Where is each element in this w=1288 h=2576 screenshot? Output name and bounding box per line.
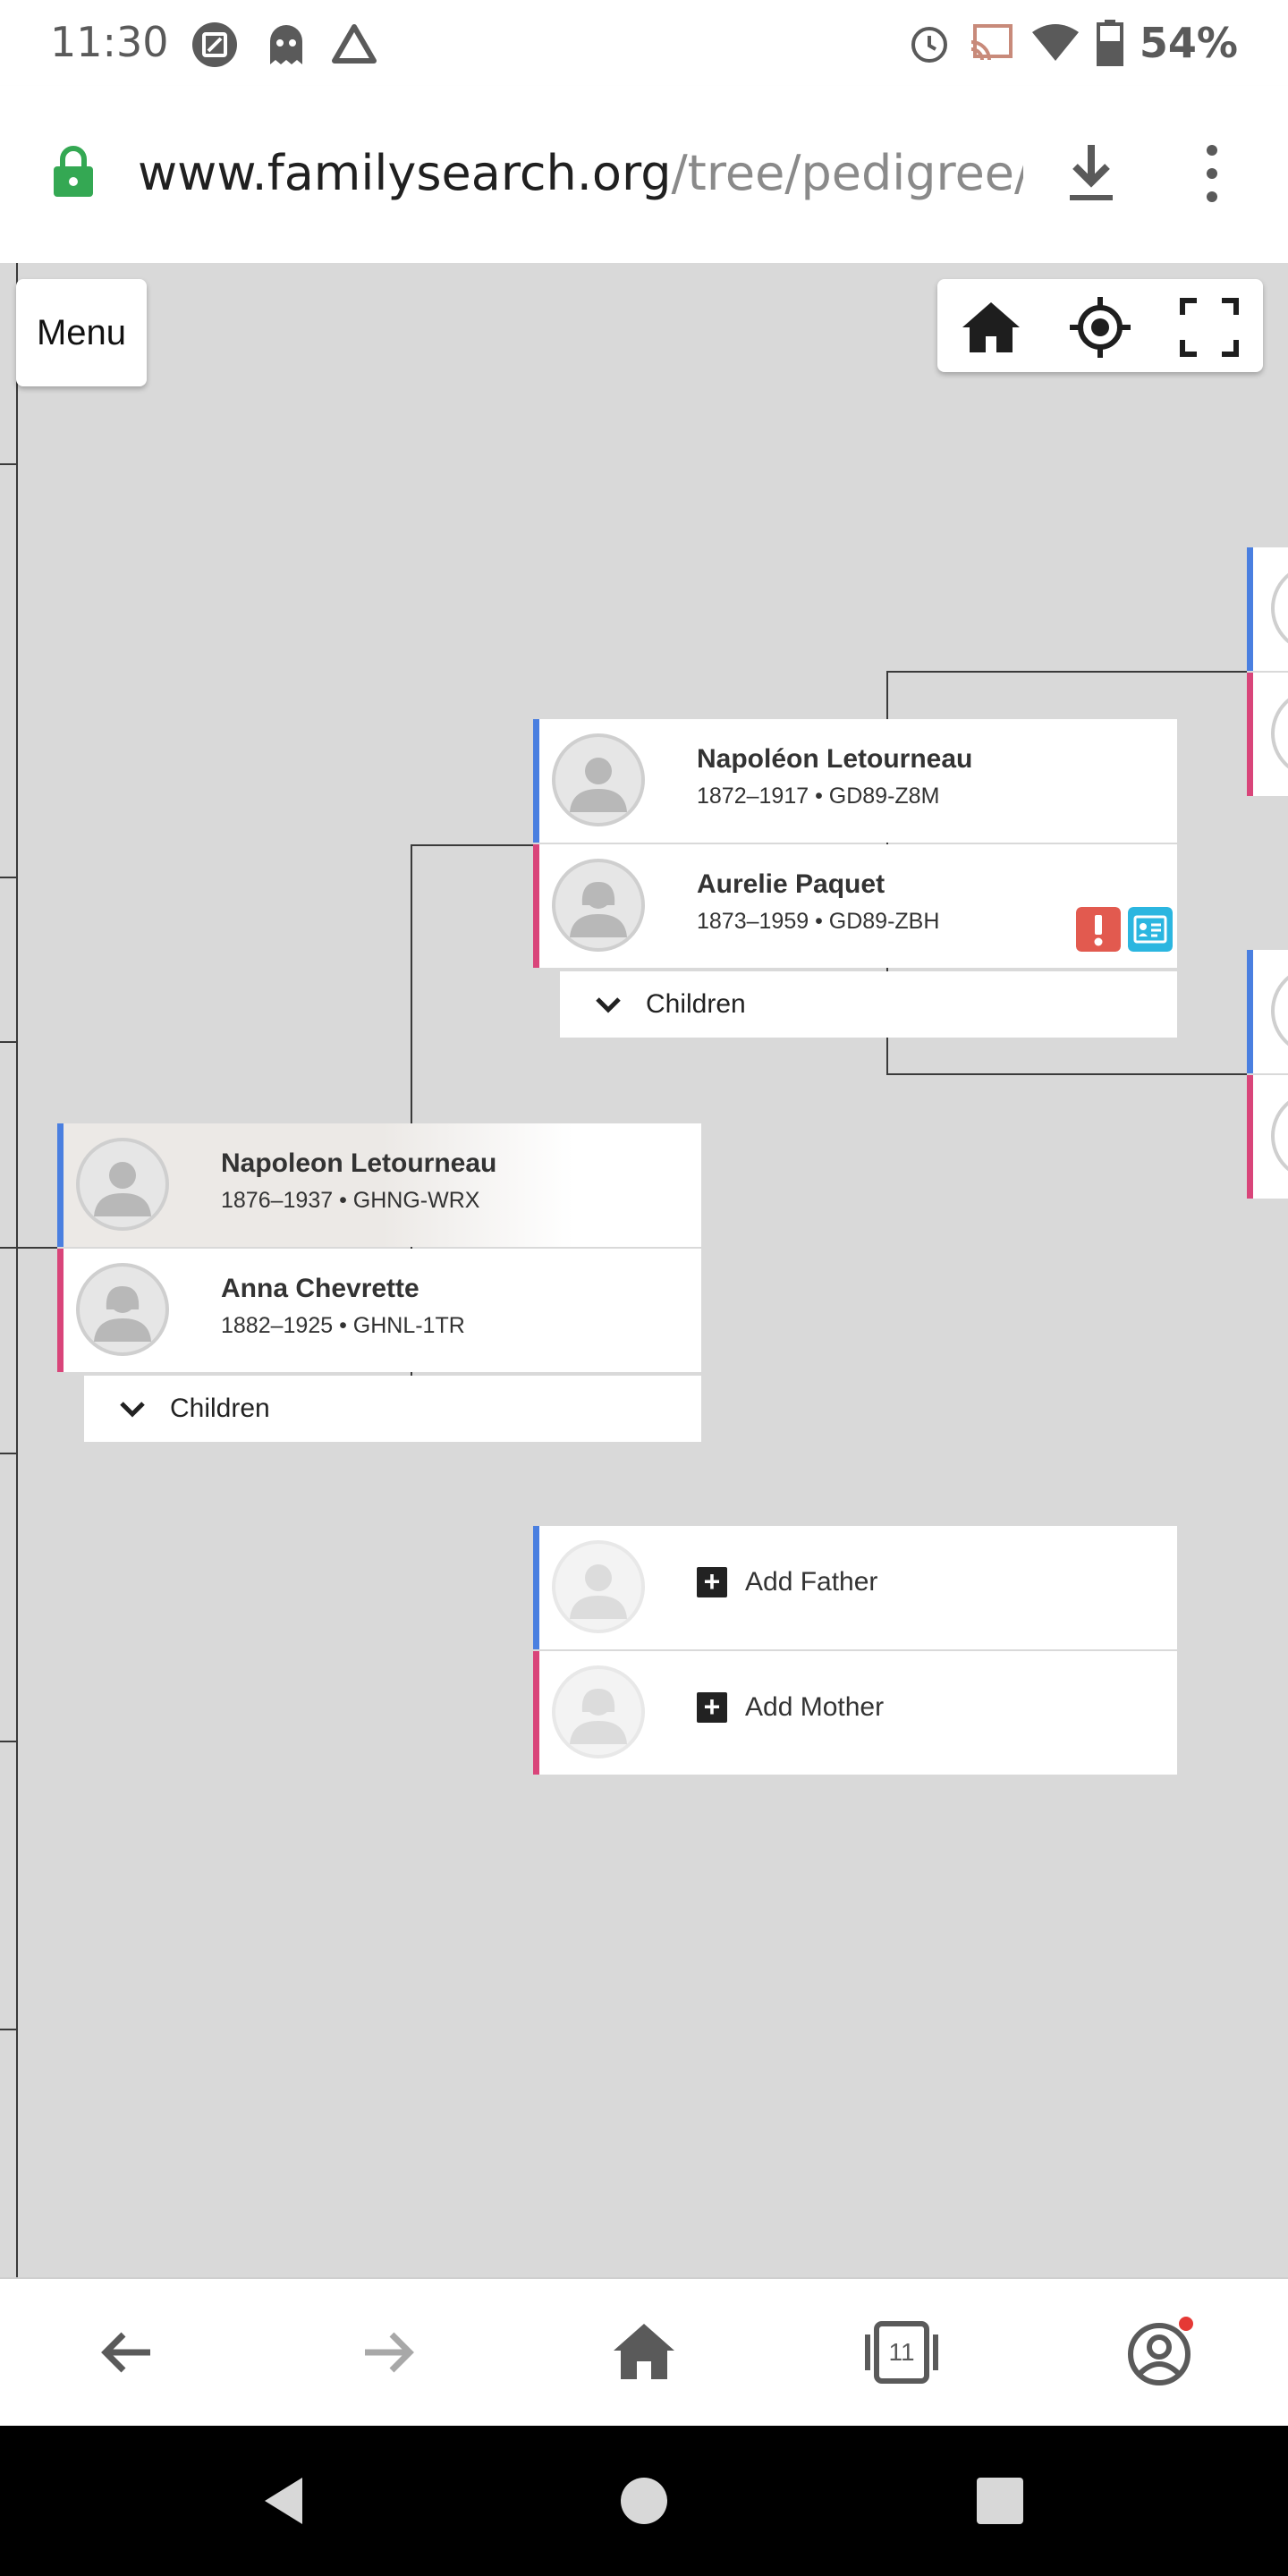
tree-connector xyxy=(16,263,18,2277)
android-navigation-bar xyxy=(0,2426,1288,2576)
wifi-icon xyxy=(1031,24,1079,61)
record-hint-icon[interactable] xyxy=(1128,907,1173,952)
battery-icon xyxy=(1096,20,1123,66)
tree-connector xyxy=(0,1041,16,1043)
tree-connector xyxy=(0,1453,16,1454)
add-mother-link[interactable]: + Add Mother xyxy=(697,1692,884,1723)
home-icon[interactable] xyxy=(606,2315,682,2390)
more-options-icon[interactable] xyxy=(1190,140,1234,208)
status-indicators: 54% xyxy=(907,16,1238,70)
browser-url-bar: www.familysearch.org/tree/pedigree/la xyxy=(0,86,1288,263)
children-label: Children xyxy=(646,989,746,1019)
chevron-down-icon xyxy=(120,1402,145,1418)
children-toggle[interactable]: Children xyxy=(84,1376,701,1442)
tree-connector xyxy=(0,1247,57,1249)
person-lifespan-id: 1873–1959 • GD89-ZBH xyxy=(697,909,940,934)
children-toggle[interactable]: Children xyxy=(560,971,1177,1038)
android-recents-icon[interactable] xyxy=(971,2472,1029,2529)
url-field[interactable]: www.familysearch.org/tree/pedigree/la xyxy=(138,140,1023,208)
home-icon[interactable] xyxy=(959,295,1023,360)
person-card-empty-mother[interactable]: + Add Mother xyxy=(533,1651,1177,1775)
tree-view-toolbar xyxy=(937,279,1263,372)
female-avatar-icon xyxy=(552,1665,645,1758)
person-name[interactable]: Aurelie Paquet xyxy=(697,869,885,900)
add-father-link[interactable]: + Add Father xyxy=(697,1567,877,1597)
tab-switcher-button[interactable]: 11 xyxy=(864,2315,939,2390)
male-avatar-icon xyxy=(552,1540,645,1633)
tab-count: 11 xyxy=(888,2338,915,2366)
android-home-icon[interactable] xyxy=(615,2472,673,2529)
cast-icon xyxy=(970,24,1013,61)
tree-connector xyxy=(0,1741,16,1742)
avatar xyxy=(1271,966,1288,1055)
ancestor-card-partial[interactable] xyxy=(1247,1075,1288,1199)
person-name[interactable]: Napoleon Letourneau xyxy=(221,1148,496,1179)
url-domain: www.familysearch.org xyxy=(138,145,672,201)
browser-bottom-toolbar: 11 xyxy=(0,2277,1288,2428)
battery-percent: 54% xyxy=(1139,19,1238,67)
screenshot-notification-icon xyxy=(192,22,237,67)
tree-connector xyxy=(411,844,534,846)
plus-icon: + xyxy=(697,1567,727,1597)
status-bar: 11:30 54% xyxy=(0,0,1288,86)
tree-connector xyxy=(886,671,1247,673)
person-card-father[interactable]: Napoleon Letourneau 1876–1937 • GHNG-WRX xyxy=(57,1123,701,1247)
back-arrow-icon[interactable] xyxy=(91,2315,166,2390)
person-lifespan-id: 1882–1925 • GHNL-1TR xyxy=(221,1313,465,1338)
tree-connector xyxy=(0,877,16,878)
male-avatar-icon xyxy=(76,1138,169,1231)
avatar xyxy=(1271,689,1288,778)
tree-connector xyxy=(0,2029,16,2030)
forward-arrow-icon[interactable] xyxy=(349,2315,424,2390)
avatar xyxy=(1271,564,1288,653)
plus-icon: + xyxy=(697,1692,727,1723)
chevron-down-icon xyxy=(596,997,621,1013)
pedigree-canvas[interactable]: Menu Napoléon Letourneau 1872–1917 • GD8… xyxy=(0,263,1288,2277)
add-mother-label: Add Mother xyxy=(745,1692,885,1722)
tree-connector xyxy=(886,1073,1247,1075)
recenter-icon[interactable] xyxy=(1068,295,1132,360)
person-name[interactable]: Anna Chevrette xyxy=(221,1274,419,1304)
menu-button[interactable]: Menu xyxy=(16,279,147,386)
ancestor-card-partial[interactable] xyxy=(1247,950,1288,1073)
data-problem-alert-icon[interactable] xyxy=(1076,907,1121,952)
url-path: /tree/pedigree/la xyxy=(671,145,1023,201)
clock-time: 11:30 xyxy=(50,18,169,66)
download-icon[interactable] xyxy=(1059,140,1123,208)
lock-icon[interactable] xyxy=(52,145,95,199)
person-card-father[interactable]: Napoléon Letourneau 1872–1917 • GD89-Z8M xyxy=(533,719,1177,843)
add-father-label: Add Father xyxy=(745,1567,878,1597)
avatar xyxy=(1271,1091,1288,1181)
account-icon[interactable] xyxy=(1122,2315,1197,2390)
person-card-mother[interactable]: Aurelie Paquet 1873–1959 • GD89-ZBH xyxy=(533,844,1177,968)
female-avatar-icon xyxy=(552,859,645,952)
tree-connector xyxy=(0,463,16,465)
fullscreen-icon[interactable] xyxy=(1177,295,1241,360)
person-lifespan-id: 1872–1917 • GD89-Z8M xyxy=(697,784,940,809)
ancestor-card-partial[interactable] xyxy=(1247,547,1288,671)
female-avatar-icon xyxy=(76,1263,169,1356)
ancestor-card-partial[interactable] xyxy=(1247,673,1288,796)
drive-notification-icon xyxy=(332,24,377,64)
person-card-mother[interactable]: Anna Chevrette 1882–1925 • GHNL-1TR xyxy=(57,1249,701,1372)
ghost-notification-icon xyxy=(270,25,302,64)
person-lifespan-id: 1876–1937 • GHNG-WRX xyxy=(221,1188,480,1213)
children-label: Children xyxy=(170,1394,270,1423)
male-avatar-icon xyxy=(552,733,645,826)
person-name[interactable]: Napoléon Letourneau xyxy=(697,744,972,775)
alarm-icon xyxy=(911,27,947,63)
android-back-icon[interactable] xyxy=(256,2472,313,2529)
person-card-empty-father[interactable]: + Add Father xyxy=(533,1526,1177,1649)
